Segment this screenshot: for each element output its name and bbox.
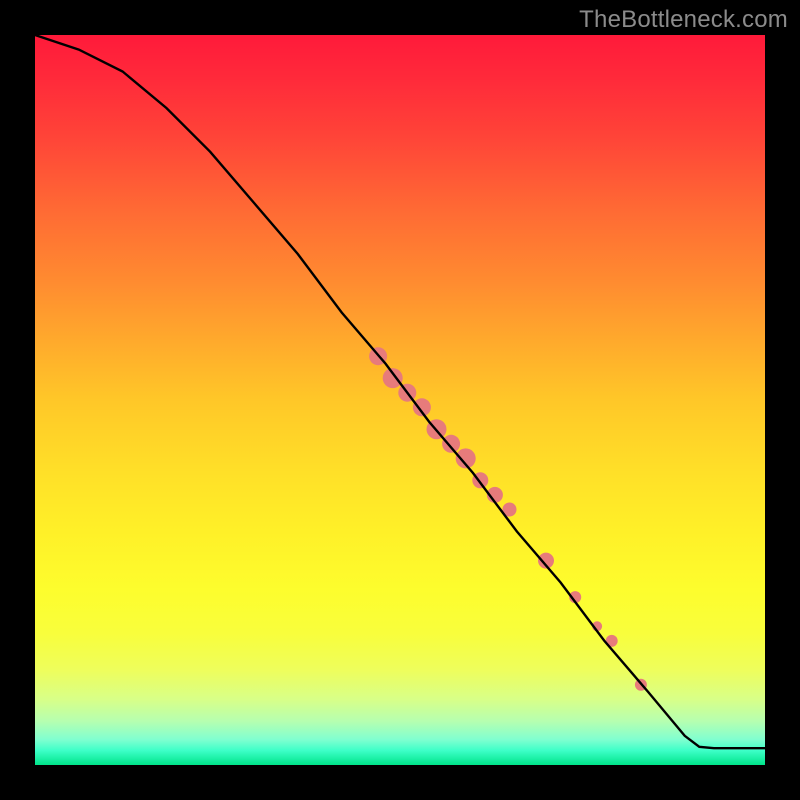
watermark-text: TheBottleneck.com bbox=[579, 6, 788, 34]
chart-overlay bbox=[35, 35, 765, 765]
data-point-marker bbox=[383, 368, 403, 388]
plot-area bbox=[35, 35, 765, 765]
data-point-marker bbox=[442, 435, 460, 453]
chart-frame: TheBottleneck.com bbox=[0, 0, 800, 800]
